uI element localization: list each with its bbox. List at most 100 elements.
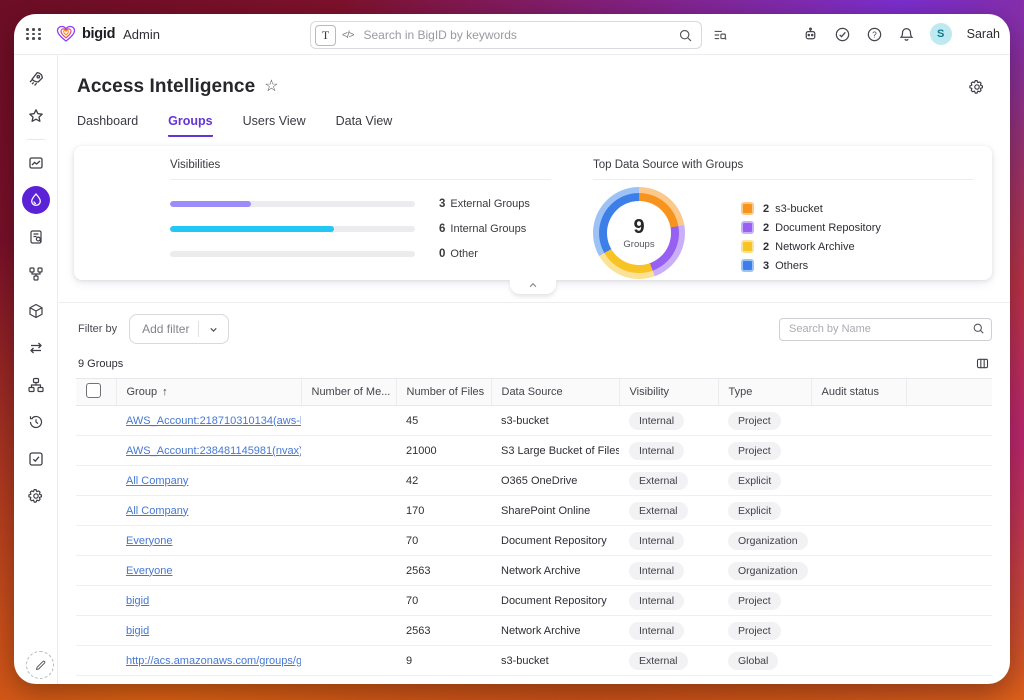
collapse-panel-button[interactable] [510, 280, 556, 294]
column-header-members[interactable]: Number of Me... [301, 379, 396, 406]
star-icon [27, 107, 45, 125]
tab-users-view[interactable]: Users View [243, 114, 306, 137]
legend-item: 3Others [741, 256, 881, 275]
sidebar-item-classification[interactable] [22, 260, 50, 288]
members-cell [301, 436, 396, 466]
visibility-badge: External [629, 652, 688, 670]
table-row[interactable]: Everyone 2563 Network Archive Internal O… [76, 556, 992, 586]
group-link[interactable]: Everyone [126, 535, 172, 547]
checkbox-check-icon [27, 450, 45, 468]
groups-donut-chart: 9 Groups [593, 187, 685, 279]
members-cell [301, 496, 396, 526]
column-header-group[interactable]: Group↑ [116, 379, 301, 406]
type-badge: Organization [728, 532, 808, 550]
notifications-bell-icon[interactable] [898, 26, 915, 43]
files-cell: 170 [396, 496, 491, 526]
sidebar-item-hierarchy[interactable] [22, 371, 50, 399]
type-badge: Project [728, 592, 781, 610]
column-header-audit-status[interactable]: Audit status [811, 379, 906, 406]
column-header-files[interactable]: Number of Files [396, 379, 491, 406]
query-search-toggle[interactable]: </> [342, 30, 353, 41]
group-link[interactable]: AWS_Account:238481145981(nvax) [126, 445, 301, 457]
sidebar-item-correlation[interactable] [22, 334, 50, 362]
sidebar-item-catalog[interactable] [22, 297, 50, 325]
sidebar-item-policies[interactable] [22, 223, 50, 251]
clipboard-search-icon [27, 228, 45, 246]
column-header-type[interactable]: Type [718, 379, 811, 406]
table-row[interactable]: http://acs.amazonaws.com/groups/global/A… [76, 646, 992, 676]
group-link[interactable]: All Company [126, 505, 188, 517]
group-link[interactable]: AWS_Account:218710310134(aws-bigid-pr... [126, 415, 301, 427]
tab-groups[interactable]: Groups [168, 114, 212, 137]
group-link[interactable]: http://acs.amazonaws.com/groups/global/A… [126, 655, 301, 667]
table-row[interactable]: AWS_Account:218710310134(aws-bigid-pr...… [76, 406, 992, 436]
data-source-cell: Document Repository [491, 526, 619, 556]
files-cell: 45 [396, 406, 491, 436]
sidebar-item-access-intelligence[interactable] [22, 186, 50, 214]
audit-status-cell [811, 526, 906, 556]
saved-queries-icon[interactable] [712, 27, 728, 43]
audit-status-cell [811, 496, 906, 526]
group-link[interactable]: Everyone [126, 565, 172, 577]
visibility-bars: 3External Groups 6Internal Groups 0Other [170, 191, 551, 266]
legend-swatch [741, 240, 754, 253]
avatar[interactable]: S [930, 23, 952, 45]
search-icon[interactable] [678, 28, 693, 43]
sidebar-item-reports[interactable] [22, 149, 50, 177]
donut-legend: 2s3-bucket 2Document Repository 2Network… [741, 199, 881, 279]
files-cell: 70 [396, 586, 491, 616]
visibilities-card: Visibilities 3External Groups 6Internal … [74, 146, 569, 280]
feedback-pencil-button[interactable] [26, 651, 54, 679]
data-source-cell: Network Archive [491, 616, 619, 646]
table-row[interactable]: Everyone 70 Document Repository Internal… [76, 526, 992, 556]
groups-table-body: AWS_Account:218710310134(aws-bigid-pr...… [76, 406, 992, 676]
tasks-check-icon[interactable] [834, 26, 851, 43]
page-settings-gear-icon[interactable] [968, 78, 986, 96]
global-search-input[interactable] [361, 27, 678, 43]
search-by-name-input[interactable] [779, 318, 992, 341]
help-icon[interactable]: ? [866, 26, 883, 43]
data-source-cell: Network Archive [491, 556, 619, 586]
sidebar-item-star[interactable] [22, 102, 50, 130]
column-header-visibility[interactable]: Visibility [619, 379, 718, 406]
group-link[interactable]: bigid [126, 625, 149, 637]
search-icon[interactable] [972, 322, 985, 335]
legend-item: 2Document Repository [741, 218, 881, 237]
data-source-cell: Document Repository [491, 586, 619, 616]
app-grid-icon[interactable] [26, 28, 42, 40]
table-row[interactable]: bigid 70 Document Repository Internal Pr… [76, 586, 992, 616]
text-search-toggle[interactable]: T [315, 25, 336, 46]
visibility-badge: Internal [629, 562, 684, 580]
add-filter-button[interactable]: Add filter [129, 314, 229, 344]
sort-asc-icon: ↑ [162, 386, 168, 398]
column-settings-icon[interactable] [975, 356, 990, 371]
favorite-star-icon[interactable]: ☆ [264, 79, 278, 95]
table-row[interactable]: All Company 170 SharePoint Online Extern… [76, 496, 992, 526]
sidebar-item-action-center[interactable] [22, 445, 50, 473]
group-link[interactable]: All Company [126, 475, 188, 487]
column-header-empty [906, 379, 992, 406]
data-source-cell: SharePoint Online [491, 496, 619, 526]
assistant-icon[interactable] [802, 26, 819, 43]
user-name: Sarah [967, 27, 1000, 41]
table-row[interactable]: All Company 42 O365 OneDrive External Ex… [76, 466, 992, 496]
sidebar-item-retention[interactable] [22, 408, 50, 436]
audit-status-cell [811, 556, 906, 586]
tab-data-view[interactable]: Data View [336, 114, 393, 137]
global-search: T </> [310, 21, 702, 49]
bigid-logo: bigid Admin [56, 25, 160, 43]
sidebar-item-rocket[interactable] [22, 65, 50, 93]
tab-dashboard[interactable]: Dashboard [77, 114, 138, 137]
table-row[interactable]: AWS_Account:238481145981(nvax) 21000 S3 … [76, 436, 992, 466]
visibility-badge: Internal [629, 532, 684, 550]
visibility-bar-row: 3External Groups [170, 191, 551, 216]
chevron-up-icon [527, 280, 539, 290]
sidebar-item-settings[interactable] [22, 482, 50, 510]
heart-logo-icon [56, 25, 76, 43]
type-badge: Organization [728, 562, 808, 580]
table-row[interactable]: bigid 2563 Network Archive Internal Proj… [76, 616, 992, 646]
select-all-checkbox[interactable] [86, 383, 101, 398]
group-link[interactable]: bigid [126, 595, 149, 607]
filter-toolbar: Filter by Add filter [58, 303, 1010, 348]
column-header-data-source[interactable]: Data Source [491, 379, 619, 406]
